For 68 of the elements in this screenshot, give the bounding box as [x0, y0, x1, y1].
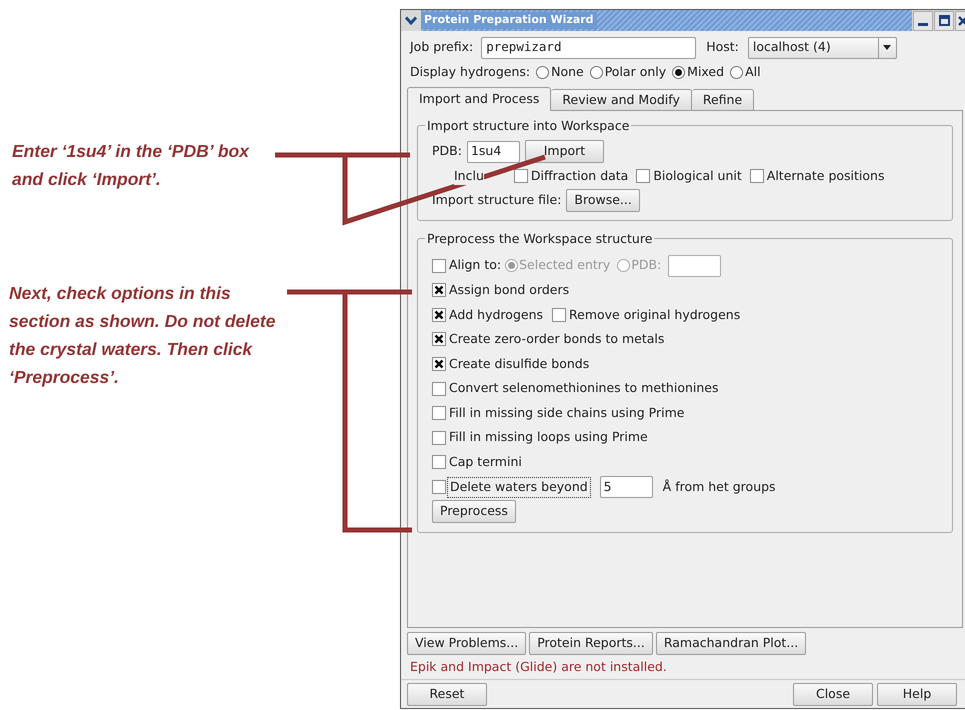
checkbox-label: Convert selenomethionines to methionines — [449, 379, 718, 398]
tab[interactable]: Import and Process — [407, 87, 552, 111]
checkbox-label: Add hydrogens — [449, 306, 544, 324]
checkbox[interactable] — [432, 430, 446, 445]
checkbox[interactable] — [432, 308, 446, 322]
checkbox-label: Delete waters beyond — [447, 476, 591, 498]
field-label: Job prefix: — [410, 38, 474, 56]
tab[interactable]: Refine — [692, 89, 754, 110]
button[interactable]: Browse... — [566, 189, 640, 212]
input-field[interactable]: prepwizard — [481, 36, 696, 58]
checkbox[interactable] — [432, 357, 446, 372]
field-label: Import structure file: — [432, 191, 562, 210]
button[interactable]: View Problems... — [407, 632, 526, 655]
checkbox[interactable] — [432, 480, 446, 494]
button[interactable]: Preprocess — [432, 500, 516, 523]
checkbox-label: Diffraction data — [530, 166, 628, 185]
checkbox-label: Remove original hydrogens — [569, 306, 740, 324]
checkbox[interactable] — [432, 382, 446, 396]
radio-label: All — [745, 62, 761, 81]
checkbox-label: Biological unit — [653, 166, 742, 185]
radio-button[interactable] — [672, 66, 686, 78]
minimize-icon[interactable] — [913, 10, 933, 30]
input-field[interactable]: 1su4 — [466, 140, 520, 162]
tab[interactable]: Review and Modify — [551, 89, 692, 110]
checkbox[interactable] — [750, 169, 764, 183]
checkbox[interactable] — [432, 406, 446, 420]
button[interactable]: Ramachandran Plot... — [656, 632, 806, 655]
radio-label: Mixed — [687, 62, 724, 81]
radio-button[interactable] — [590, 66, 603, 78]
close-icon[interactable] — [955, 10, 965, 30]
checkbox[interactable] — [514, 169, 528, 183]
button[interactable]: Import — [524, 140, 604, 163]
radio-label: Selected entry — [519, 256, 610, 274]
button[interactable]: Reset — [407, 682, 487, 706]
checkbox-label: Assign bond orders — [449, 280, 570, 299]
checkbox[interactable] — [552, 308, 566, 322]
checkbox-label: Create disulfide bonds — [449, 354, 590, 373]
field-label: PDB: — [432, 142, 462, 160]
field-label: Å from het groups — [662, 478, 776, 496]
field-label: Host: — [706, 38, 739, 56]
checkbox[interactable] — [432, 455, 446, 470]
checkbox-label: Fill in missing loops using Prime — [449, 428, 648, 446]
callout-text: Next, check options in this section as shown. Do not delete the crystal waters. Then click ‘Preprocess’. — [9, 282, 276, 389]
checkbox-label: Cap termini — [449, 453, 522, 472]
checkbox-label: Alternate positions — [766, 166, 884, 185]
radio-label: None — [551, 62, 584, 81]
checkbox[interactable] — [432, 258, 446, 272]
button[interactable]: Protein Reports... — [529, 632, 653, 655]
radio-label: PDB: — [631, 256, 662, 274]
radio-button[interactable] — [730, 66, 744, 78]
checkbox-label: Fill in missing side chains using Prime — [449, 404, 684, 422]
checkbox[interactable] — [432, 332, 446, 346]
checkbox-label: Align to: — [449, 256, 502, 274]
callout-text: Enter ‘1su4’ in the ‘PDB’ box and click ‘Import’. — [12, 140, 250, 191]
checkbox[interactable] — [636, 169, 650, 183]
window-title: Protein Preparation Wizard — [421, 12, 597, 29]
button[interactable]: Close — [793, 682, 873, 706]
input-field[interactable]: 5 — [600, 476, 653, 498]
checkbox[interactable] — [432, 283, 446, 298]
field-label: Display hydrogens: — [410, 62, 530, 81]
maximize-icon[interactable] — [934, 10, 954, 30]
checkbox-label: Create zero-order bonds to metals — [449, 330, 664, 348]
status-message: Epik and Impact (Glide) are not installed. — [409, 658, 668, 676]
radio-button[interactable] — [536, 66, 550, 78]
radio-label: Polar only — [604, 62, 666, 81]
button[interactable]: Help — [877, 682, 957, 706]
input-field[interactable] — [668, 254, 722, 276]
dropdown[interactable]: localhost (4) — [748, 36, 897, 58]
